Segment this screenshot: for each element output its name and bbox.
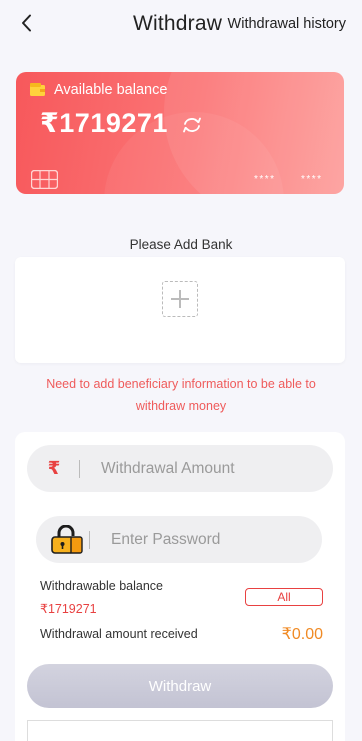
available-balance-label: Available balance [54,82,168,98]
add-bank-button[interactable] [15,257,345,363]
wallet-icon [30,83,45,96]
refresh-icon[interactable] [181,115,203,135]
add-bank-label: Please Add Bank [129,237,233,252]
card-chip-icon [31,170,58,189]
withdraw-button[interactable]: Withdraw [27,664,333,708]
password-field [36,516,322,563]
info-box [27,720,333,741]
withdrawal-amount-input[interactable] [80,445,333,492]
dashed-plus-icon [162,281,198,317]
withdrawal-amount-field: ₹ [27,445,333,492]
available-balance-amount: ₹1719271 [40,108,168,138]
password-input[interactable] [90,516,322,563]
amount-received-label: Withdrawal amount received [40,627,198,641]
withdrawable-balance-value: ₹1719271 [40,602,97,616]
header: Withdraw Withdrawal history [0,0,362,48]
all-amount-button[interactable]: All [245,588,323,606]
chevron-left-icon [21,14,31,32]
lock-icon [51,524,83,554]
withdrawal-history-link[interactable]: Withdrawal history [228,16,346,32]
withdrawable-balance-label: Withdrawable balance [40,579,163,593]
rupee-icon: ₹ [47,458,61,478]
back-button[interactable] [16,12,36,34]
withdraw-form: ₹ Withdrawable balance ₹1719271 All With… [15,432,345,741]
balance-card: Available balance ₹1719271 **** **** [16,72,344,194]
card-number-mask: **** [254,174,276,185]
beneficiary-warning: Need to add beneficiary information to b… [46,377,316,413]
card-number-mask: **** [301,174,323,185]
page-title: Withdraw [133,12,223,35]
amount-received-value: ₹0.00 [281,626,323,643]
